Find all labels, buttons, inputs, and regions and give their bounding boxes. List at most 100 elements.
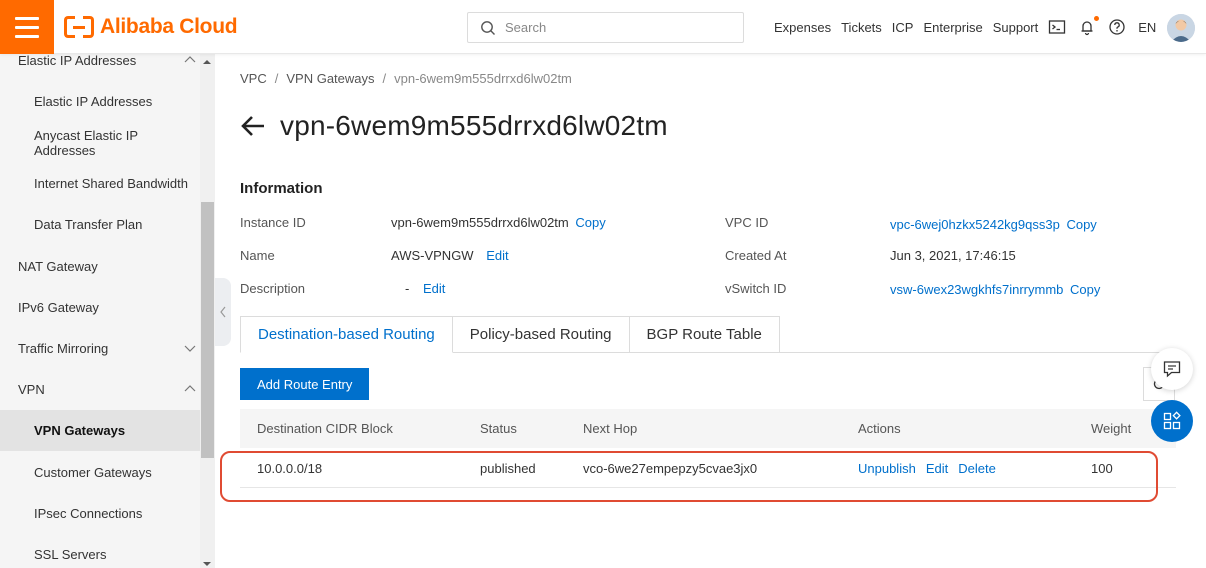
sidebar-collapse-handle[interactable] (215, 278, 231, 346)
sidebar-item-label: IPsec Connections (34, 506, 143, 521)
sidebar-item-nat-gateway[interactable]: NAT Gateway (0, 246, 200, 287)
chevron-down-icon (184, 345, 196, 352)
sidebar-item-internet-shared-bandwidth[interactable]: Internet Shared Bandwidth (0, 163, 200, 204)
terminal-icon[interactable] (1048, 18, 1066, 36)
column-header-weight: Weight (1091, 421, 1132, 436)
vswitch-id-label: vSwitch ID (725, 281, 787, 296)
column-header-destination: Destination CIDR Block (257, 421, 393, 436)
copy-vpc-id-button[interactable]: Copy (1066, 217, 1096, 232)
tab-destination-based-routing[interactable]: Destination-based Routing (240, 316, 453, 353)
description-field: - Edit (405, 281, 445, 296)
scroll-down-arrow-icon[interactable] (203, 562, 211, 566)
sidebar-item-data-transfer-plan[interactable]: Data Transfer Plan (0, 204, 200, 245)
menu-toggle-button[interactable] (0, 0, 54, 54)
table-row: 10.0.0.0/18 published vco-6we27empepzy5c… (240, 448, 1176, 488)
sidebar-item-ipsec-connections[interactable]: IPsec Connections (0, 493, 200, 534)
vswitch-id-link[interactable]: vsw-6wex23wgkhfs7inrrymmb (890, 282, 1063, 297)
add-route-entry-button[interactable]: Add Route Entry (240, 368, 370, 400)
copy-vswitch-id-button[interactable]: Copy (1070, 282, 1100, 297)
breadcrumb-separator: / (382, 71, 387, 86)
scroll-up-arrow-icon[interactable] (203, 60, 211, 64)
nav-tickets[interactable]: Tickets (841, 20, 882, 35)
brand-name: Alibaba Cloud (100, 15, 238, 38)
bell-icon[interactable] (1078, 16, 1100, 36)
sidebar-item-elastic-ip-group[interactable]: Elastic IP Addresses (0, 54, 200, 81)
vpc-id-field: vpc-6wej0hzkx5242kg9qss3p Copy (890, 217, 1097, 232)
cell-weight: 100 (1091, 460, 1113, 476)
sidebar-item-label: IPv6 Gateway (18, 300, 99, 315)
copy-instance-id-button[interactable]: Copy (575, 215, 605, 230)
name-field: AWS-VPNGW Edit (391, 248, 509, 263)
notification-dot (1094, 16, 1100, 21)
top-nav: Expenses Tickets ICP Enterprise Support … (774, 0, 1166, 54)
sidebar-item-label: Traffic Mirroring (18, 341, 109, 356)
delete-route-button[interactable]: Delete (958, 461, 996, 476)
apps-grid-icon (1163, 411, 1181, 430)
brand-logo[interactable]: Alibaba Cloud (64, 13, 238, 41)
edit-description-button[interactable]: Edit (423, 281, 445, 296)
sidebar-item-traffic-mirroring[interactable]: Traffic Mirroring (0, 328, 200, 369)
name-label: Name (240, 248, 275, 263)
breadcrumb-separator: / (274, 71, 279, 86)
help-icon[interactable] (1108, 18, 1126, 36)
quick-access-button[interactable] (1151, 400, 1193, 442)
unpublish-button[interactable]: Unpublish (858, 461, 916, 476)
column-header-status: Status (480, 421, 517, 436)
language-switcher[interactable]: EN (1138, 20, 1156, 35)
instance-id-field: vpn-6wem9m555drrxd6lw02tm Copy (391, 215, 606, 230)
chevron-up-icon (184, 56, 196, 63)
information-section-title: Information (240, 180, 323, 197)
sidebar-item-vpn[interactable]: VPN (0, 369, 200, 410)
edit-route-button[interactable]: Edit (926, 461, 948, 476)
sidebar-item-customer-gateways[interactable]: Customer Gateways (0, 452, 200, 493)
main-content: VPC / VPN Gateways / vpn-6wem9m555drrxd6… (231, 54, 1206, 568)
sidebar-item-label: Elastic IP Addresses (34, 94, 153, 109)
sidebar-item-ipv6-gateway[interactable]: IPv6 Gateway (0, 287, 200, 328)
tab-policy-based-routing[interactable]: Policy-based Routing (452, 316, 630, 353)
sidebar-item-ssl-servers[interactable]: SSL Servers (0, 534, 200, 568)
search-box[interactable] (467, 12, 744, 43)
sidebar-item-label: VPN (18, 382, 45, 397)
sidebar-item-label: NAT Gateway (18, 259, 98, 274)
cell-next-hop: vco-6we27empepzy5cvae3jx0 (583, 460, 758, 476)
sidebar-scroll-thumb[interactable] (201, 202, 214, 458)
description-value: - (405, 281, 410, 296)
table-header: Destination CIDR Block Status Next Hop A… (240, 409, 1176, 448)
breadcrumb: VPC / VPN Gateways / vpn-6wem9m555drrxd6… (240, 71, 572, 86)
sidebar-item-vpn-gateways[interactable]: VPN Gateways (0, 410, 200, 451)
back-arrow-icon[interactable] (240, 115, 266, 137)
cell-status: published (480, 460, 536, 476)
sidebar-item-label: VPN Gateways (34, 423, 126, 438)
routing-tabs: Destination-based Routing Policy-based R… (240, 316, 780, 353)
sidebar: Elastic IP Addresses Elastic IP Addresse… (0, 54, 215, 568)
breadcrumb-vpc[interactable]: VPC (240, 71, 267, 86)
vpc-id-link[interactable]: vpc-6wej0hzkx5242kg9qss3p (890, 217, 1060, 232)
nav-support[interactable]: Support (993, 20, 1039, 35)
alibaba-cloud-logo-icon (64, 16, 94, 38)
column-header-next-hop: Next Hop (583, 421, 638, 436)
search-input[interactable] (505, 20, 725, 35)
description-label: Description (240, 281, 306, 296)
cell-destination: 10.0.0.0/18 (257, 460, 323, 476)
sidebar-item-elastic-ip-addresses[interactable]: Elastic IP Addresses (0, 81, 200, 122)
sidebar-item-label: Elastic IP Addresses (18, 54, 137, 68)
feedback-chat-button[interactable] (1151, 348, 1193, 390)
edit-name-button[interactable]: Edit (486, 248, 508, 263)
nav-enterprise[interactable]: Enterprise (923, 20, 982, 35)
breadcrumb-vpn-gateways[interactable]: VPN Gateways (286, 71, 374, 86)
instance-id-label: Instance ID (240, 215, 306, 230)
breadcrumb-current: vpn-6wem9m555drrxd6lw02tm (394, 71, 572, 86)
column-header-actions: Actions (858, 421, 901, 436)
avatar[interactable] (1167, 14, 1195, 42)
instance-id-value: vpn-6wem9m555drrxd6lw02tm (391, 215, 569, 230)
nav-icp[interactable]: ICP (892, 20, 914, 35)
search-icon (481, 20, 495, 35)
page-title: vpn-6wem9m555drrxd6lw02tm (280, 110, 668, 141)
sidebar-item-anycast-eip[interactable]: Anycast Elastic IP Addresses (0, 122, 200, 163)
hamburger-icon-line (15, 25, 39, 29)
sidebar-item-label: Internet Shared Bandwidth (34, 176, 188, 191)
nav-expenses[interactable]: Expenses (774, 20, 831, 35)
page-header: vpn-6wem9m555drrxd6lw02tm (240, 108, 668, 144)
tabs-divider (752, 352, 1172, 353)
tab-bgp-route-table[interactable]: BGP Route Table (629, 316, 780, 353)
